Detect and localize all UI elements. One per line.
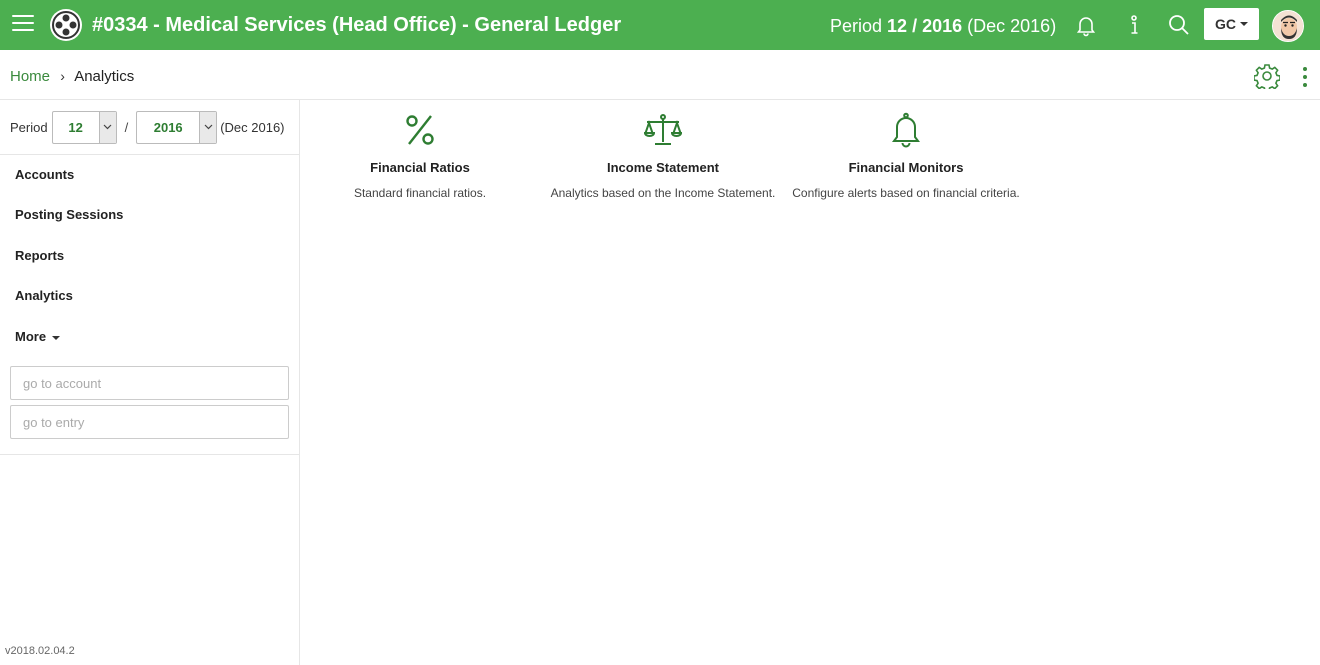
sidebar: Period 12 / 2016 (Dec 2016) Accounts Pos… xyxy=(0,100,300,665)
card-description: Standard financial ratios. xyxy=(353,186,487,200)
avatar[interactable] xyxy=(1272,10,1304,42)
breadcrumb: Home › Analytics xyxy=(10,68,134,85)
breadcrumb-home[interactable]: Home xyxy=(10,68,50,85)
gear-icon[interactable] xyxy=(1253,63,1281,92)
caret-down-icon xyxy=(52,335,61,340)
go-to-account-input[interactable] xyxy=(10,366,289,400)
card-income-statement[interactable]: Income Statement Analytics based on the … xyxy=(543,112,783,202)
bell-icon[interactable] xyxy=(1074,13,1098,37)
go-to-entry-input[interactable] xyxy=(10,405,289,439)
chevron-down-icon xyxy=(98,111,116,143)
period-display: Period 12 / 2016 (Dec 2016) xyxy=(830,16,1057,36)
top-bar: #0334 - Medical Services (Head Office) -… xyxy=(0,0,1320,50)
period-slash: / xyxy=(124,119,129,135)
card-title: Financial Ratios xyxy=(370,160,470,175)
card-financial-ratios[interactable]: Financial Ratios Standard financial rati… xyxy=(300,112,540,202)
scale-icon xyxy=(543,112,783,150)
version-label: v2018.02.04.2 xyxy=(5,645,75,657)
card-description: Configure alerts based on financial crit… xyxy=(792,186,1020,200)
sidebar-item-posting-sessions[interactable]: Posting Sessions xyxy=(15,207,123,222)
sidebar-item-more[interactable]: More xyxy=(15,329,61,344)
card-description: Analytics based on the Income Statement. xyxy=(550,186,776,200)
caret-down-icon xyxy=(1240,22,1248,26)
card-financial-monitors[interactable]: Financial Monitors Configure alerts base… xyxy=(786,112,1026,202)
year-select[interactable]: 2016 xyxy=(136,110,218,144)
more-options-icon[interactable] xyxy=(1300,66,1310,88)
period-month-text: (Dec 2016) xyxy=(220,119,285,135)
card-title: Income Statement xyxy=(607,160,719,175)
logo-icon[interactable] xyxy=(50,9,82,41)
period-text: (Dec 2016) xyxy=(967,16,1057,36)
search-icon[interactable] xyxy=(1167,13,1191,37)
card-title: Financial Monitors xyxy=(848,160,964,175)
period-selector: Period 12 / 2016 (Dec 2016) xyxy=(10,110,285,144)
bell-icon xyxy=(786,112,1026,150)
app-title: #0334 - Medical Services (Head Office) -… xyxy=(92,14,622,36)
menu-icon[interactable] xyxy=(12,15,34,35)
percent-icon xyxy=(300,112,540,150)
period-value: 12 / 2016 xyxy=(887,16,963,36)
breadcrumb-current: Analytics xyxy=(74,68,135,85)
breadcrumb-bar: Home › Analytics xyxy=(0,50,1320,100)
period-label: Period xyxy=(10,119,48,135)
month-select[interactable]: 12 xyxy=(51,110,117,144)
divider xyxy=(0,154,300,155)
sidebar-item-accounts[interactable]: Accounts xyxy=(15,167,74,182)
breadcrumb-separator: › xyxy=(60,68,65,84)
sidebar-item-analytics[interactable]: Analytics xyxy=(15,288,73,303)
divider xyxy=(0,454,300,455)
user-menu-button[interactable]: GC xyxy=(1204,8,1259,40)
info-icon[interactable] xyxy=(1122,13,1146,37)
chevron-down-icon xyxy=(199,111,217,143)
sidebar-item-reports[interactable]: Reports xyxy=(15,248,64,263)
